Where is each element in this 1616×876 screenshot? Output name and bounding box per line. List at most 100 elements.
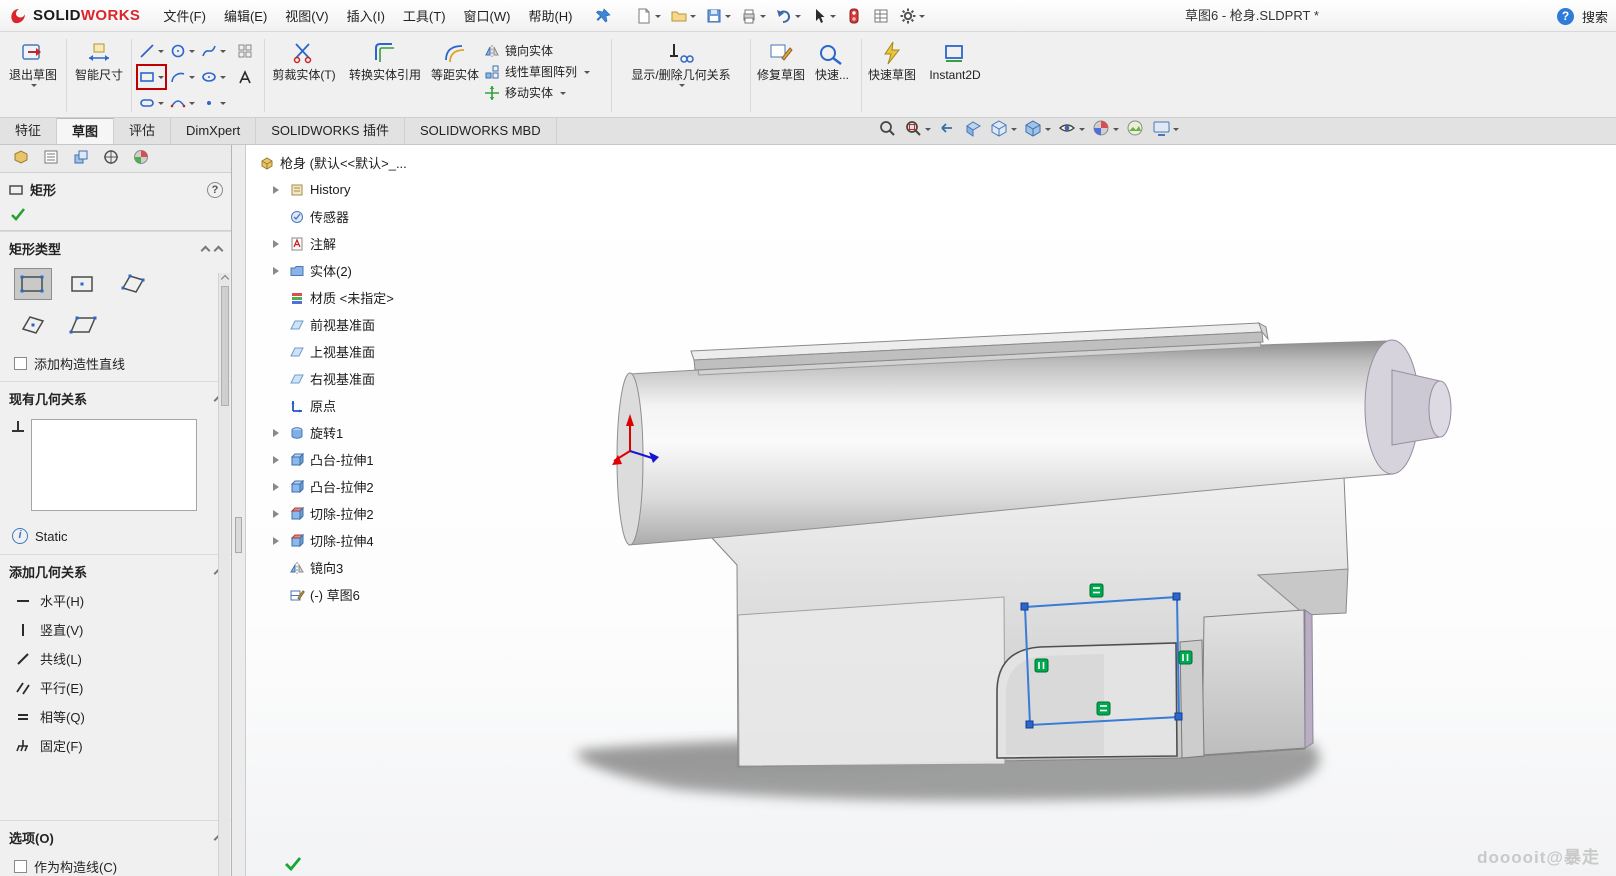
relation-fix-button[interactable]: 固定(F)	[0, 731, 231, 760]
three-point-corner-rectangle-option[interactable]	[114, 268, 152, 300]
hide-show-items-icon[interactable]	[1058, 119, 1085, 138]
tab-sketch[interactable]: 草图	[57, 118, 114, 144]
zoom-area-icon[interactable]	[904, 119, 931, 138]
polygon-tool[interactable]	[229, 38, 260, 64]
graphics-area[interactable]: 枪身 (默认<<默认>_... History 传感器 注解 实体(2)	[246, 145, 1616, 876]
slot-tool[interactable]	[136, 90, 167, 116]
mirror-entities-button[interactable]: 镜向实体	[479, 40, 607, 61]
zoom-fit-icon[interactable]	[878, 119, 897, 138]
file-properties-button[interactable]	[869, 5, 893, 27]
menu-window[interactable]: 窗口(W)	[455, 2, 520, 29]
ellipse-tool[interactable]	[198, 64, 229, 90]
dimxpert-manager-tab-icon[interactable]	[102, 148, 120, 169]
open-document-button[interactable]	[667, 5, 699, 27]
menu-view[interactable]: 视图(V)	[276, 2, 337, 29]
relation-vertical-button[interactable]: 竖直(V)	[0, 615, 231, 644]
tree-root[interactable]: 枪身 (默认<<默认>_...	[258, 149, 407, 176]
section-existing-relations[interactable]: 现有几何关系	[0, 381, 231, 413]
line-tool[interactable]	[136, 38, 167, 64]
existing-relations-listbox[interactable]	[31, 419, 197, 511]
move-entities-button[interactable]: 移动实体	[479, 82, 607, 103]
select-cursor-button[interactable]	[807, 5, 839, 27]
relation-equal-button[interactable]: 相等(Q)	[0, 702, 231, 731]
corner-rectangle-option[interactable]	[14, 268, 52, 300]
menu-insert[interactable]: 插入(I)	[338, 2, 394, 29]
tree-item-boss-extrude1[interactable]: 凸台-拉伸1	[258, 446, 407, 473]
relation-parallel-button[interactable]: 平行(E)	[0, 673, 231, 702]
tree-item-cut-extrude4[interactable]: 切除-拉伸4	[258, 527, 407, 554]
menu-tools[interactable]: 工具(T)	[394, 2, 455, 29]
tree-item-cut-extrude2[interactable]: 切除-拉伸2	[258, 500, 407, 527]
help-icon[interactable]: ?	[1557, 8, 1574, 25]
arc-tool[interactable]	[167, 64, 198, 90]
relation-horizontal-button[interactable]: 水平(H)	[0, 586, 231, 615]
tree-item-front-plane[interactable]: 前视基准面	[258, 311, 407, 338]
panel-scrollbar[interactable]	[218, 273, 230, 876]
parallelogram-option[interactable]	[64, 309, 102, 341]
display-manager-tab-icon[interactable]	[132, 148, 150, 169]
convert-entities-button[interactable]: 转换实体引用	[339, 35, 431, 116]
smart-dimension-button[interactable]: 智能尺寸	[71, 35, 127, 116]
feature-manager-tab-icon[interactable]	[12, 148, 30, 169]
save-button[interactable]	[702, 5, 734, 27]
add-construction-lines-checkbox[interactable]	[14, 357, 27, 370]
configuration-manager-tab-icon[interactable]	[72, 148, 90, 169]
options-gear-button[interactable]	[896, 5, 928, 27]
property-manager-tab-icon[interactable]	[42, 148, 60, 169]
tree-item-origin[interactable]: 原点	[258, 392, 407, 419]
text-tool[interactable]	[229, 64, 260, 90]
circle-tool[interactable]	[167, 38, 198, 64]
display-style-icon[interactable]	[1024, 119, 1051, 138]
tab-mbd[interactable]: SOLIDWORKS MBD	[405, 118, 557, 144]
three-point-center-rectangle-option[interactable]	[14, 309, 52, 341]
model-viewport[interactable]	[246, 145, 1616, 876]
tab-features[interactable]: 特征	[0, 118, 57, 144]
as-construction-checkbox[interactable]	[14, 860, 27, 873]
as-construction-checkbox-row[interactable]: 作为构造线(C)	[0, 852, 231, 876]
tree-item-revolve1[interactable]: 旋转1	[258, 419, 407, 446]
tree-item-boss-extrude2[interactable]: 凸台-拉伸2	[258, 473, 407, 500]
tab-evaluate[interactable]: 评估	[114, 118, 171, 144]
splitter-grip[interactable]	[235, 517, 242, 553]
tree-item-right-plane[interactable]: 右视基准面	[258, 365, 407, 392]
tab-addins[interactable]: SOLIDWORKS 插件	[256, 118, 405, 144]
menu-edit[interactable]: 编辑(E)	[215, 2, 276, 29]
point-tool[interactable]	[198, 90, 229, 116]
exit-sketch-button[interactable]: 退出草图	[4, 35, 62, 116]
apply-scene-icon[interactable]	[1126, 119, 1145, 138]
instant2d-button[interactable]: Instant2D	[918, 35, 992, 116]
tree-item-top-plane[interactable]: 上视基准面	[258, 338, 407, 365]
tree-item-annotations[interactable]: 注解	[258, 230, 407, 257]
center-rectangle-option[interactable]	[64, 268, 102, 300]
panel-splitter[interactable]	[232, 145, 246, 876]
tree-item-sensors[interactable]: 传感器	[258, 203, 407, 230]
view-settings-icon[interactable]	[1152, 119, 1179, 138]
edit-appearance-icon[interactable]	[1092, 119, 1119, 138]
tree-item-sketch6[interactable]: (-) 草图6	[258, 581, 407, 608]
tree-item-history[interactable]: History	[258, 176, 407, 203]
add-construction-lines-checkbox-row[interactable]: 添加构造性直线	[0, 349, 231, 381]
quick-snaps-button[interactable]: 快速...	[807, 35, 857, 116]
tree-item-material[interactable]: 材质 <未指定>	[258, 284, 407, 311]
undo-button[interactable]	[772, 5, 804, 27]
relation-collinear-button[interactable]: 共线(L)	[0, 644, 231, 673]
three-point-arc-tool[interactable]	[167, 90, 198, 116]
view-orientation-icon[interactable]	[990, 119, 1017, 138]
search-label[interactable]: 搜索	[1582, 7, 1608, 26]
offset-entities-button[interactable]: 等距实体	[431, 35, 479, 116]
linear-sketch-pattern-button[interactable]: 线性草图阵列	[479, 61, 607, 82]
rapid-sketch-button[interactable]: 快速草图	[866, 35, 918, 116]
trim-entities-button[interactable]: 剪裁实体(T)	[269, 35, 339, 116]
tree-item-solid-bodies[interactable]: 实体(2)	[258, 257, 407, 284]
section-options[interactable]: 选项(O)	[0, 820, 231, 852]
spline-tool[interactable]	[198, 38, 229, 64]
section-rectangle-type[interactable]: 矩形类型	[0, 231, 231, 263]
section-add-relations[interactable]: 添加几何关系	[0, 554, 231, 586]
rebuild-button[interactable]	[842, 5, 866, 27]
tab-dimxpert[interactable]: DimXpert	[171, 118, 256, 144]
menu-file[interactable]: 文件(F)	[154, 2, 215, 29]
rectangle-tool[interactable]	[136, 64, 167, 90]
section-view-icon[interactable]	[964, 119, 983, 138]
display-delete-relations-button[interactable]: 显示/删除几何关系	[616, 35, 746, 116]
last-view-icon[interactable]	[938, 119, 957, 138]
